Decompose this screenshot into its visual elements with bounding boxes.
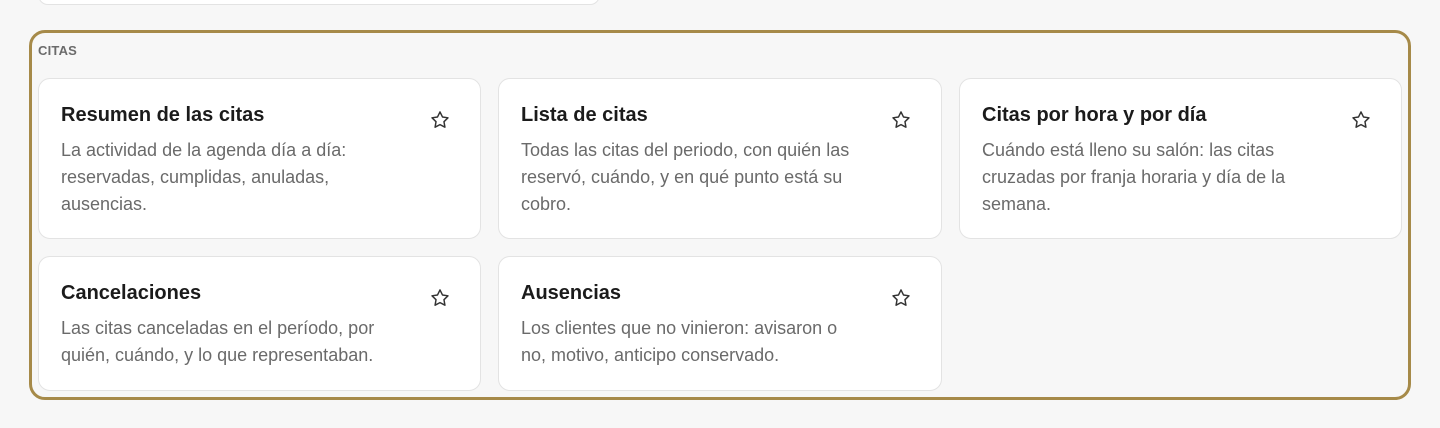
star-icon[interactable] bbox=[890, 109, 912, 131]
report-card-description: La actividad de la agenda día a día: res… bbox=[61, 140, 347, 214]
star-icon[interactable] bbox=[890, 287, 912, 309]
report-card-description: Las citas canceladas en el período, por … bbox=[61, 318, 375, 365]
report-card-title: Lista de citas bbox=[521, 104, 648, 126]
section-title: CITAS bbox=[38, 43, 78, 58]
report-card-ausencias[interactable]: Ausencias Los clientes que no vinieron: … bbox=[498, 256, 942, 391]
previous-section-card bbox=[38, 0, 600, 5]
report-card-description: Cuándo está lleno su salón: las citas cr… bbox=[982, 140, 1286, 214]
report-card-description: Todas las citas del periodo, con quién l… bbox=[521, 140, 850, 214]
star-icon[interactable] bbox=[429, 109, 451, 131]
report-card-resumen-citas[interactable]: Resumen de las citas La actividad de la … bbox=[38, 78, 481, 239]
report-card-title: Ausencias bbox=[521, 282, 622, 304]
star-icon[interactable] bbox=[429, 287, 451, 309]
report-card-title: Citas por hora y por día bbox=[982, 104, 1207, 126]
report-card-lista-citas[interactable]: Lista de citas Todas las citas del perio… bbox=[498, 78, 942, 239]
report-card-title: Cancelaciones bbox=[61, 282, 202, 304]
report-card-description: Los clientes que no vinieron: avisaron o… bbox=[521, 318, 838, 365]
report-card-title: Resumen de las citas bbox=[61, 104, 265, 126]
report-card-citas-hora-dia[interactable]: Citas por hora y por día Cuándo está lle… bbox=[959, 78, 1402, 239]
report-card-cancelaciones[interactable]: Cancelaciones Las citas canceladas en el… bbox=[38, 256, 481, 391]
star-icon[interactable] bbox=[1350, 109, 1372, 131]
